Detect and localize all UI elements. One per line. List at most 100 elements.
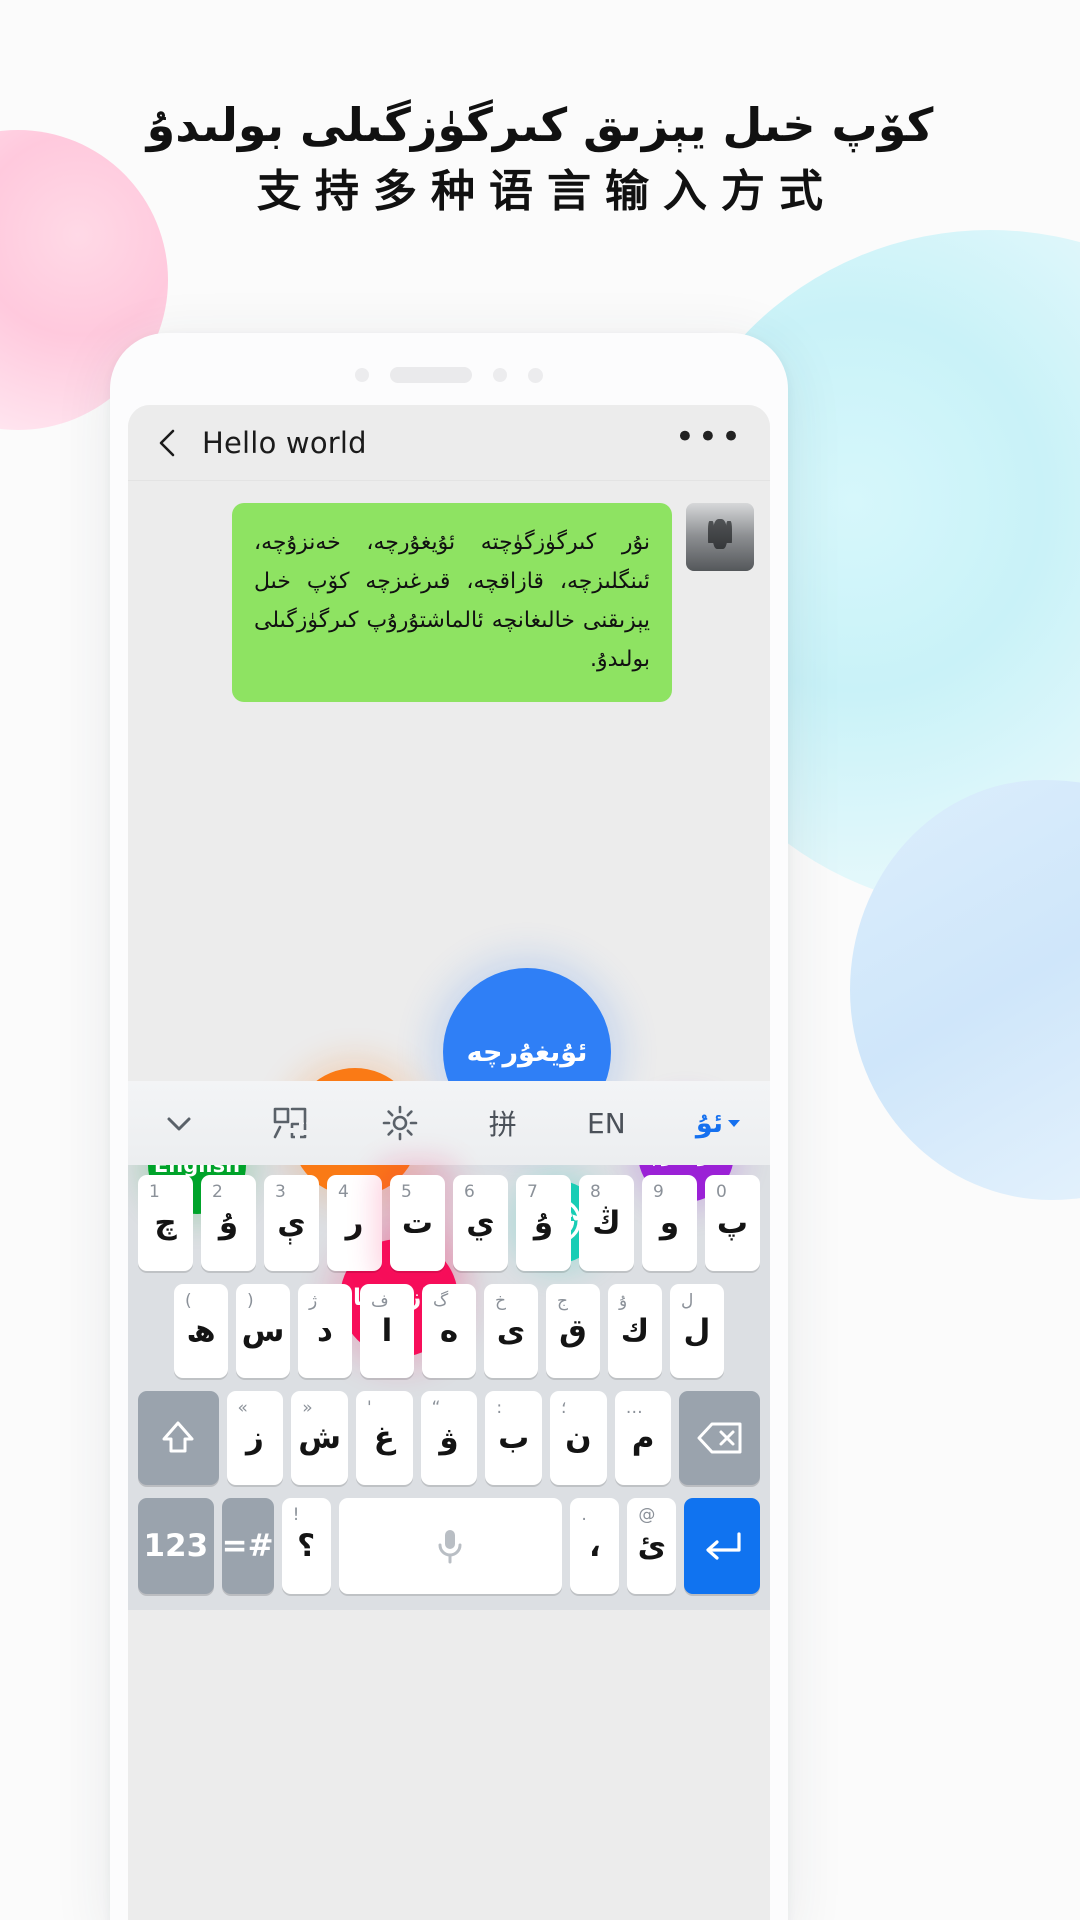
key-alef[interactable]: ف ا: [360, 1284, 414, 1378]
key-ghain[interactable]: ' غ: [355, 1391, 413, 1485]
key-sup: ژ: [309, 1291, 318, 1311]
key-sup: 8: [590, 1182, 601, 1202]
notch-extra-dot: [528, 367, 543, 383]
shift-key[interactable]: [138, 1391, 219, 1485]
enter-return-icon: [699, 1528, 745, 1564]
key-main: ە: [439, 1313, 459, 1349]
message-bubble[interactable]: نۇر كىرگۈزگۈچتە ئۇيغۇرچە، خەنزۇچە، ئىنگل…: [232, 503, 672, 702]
space-key[interactable]: [338, 1498, 563, 1594]
key-7[interactable]: 7 ۇ: [516, 1175, 571, 1271]
key-sup: ف: [371, 1291, 389, 1311]
avatar-overlay: [686, 503, 754, 571]
keyboard-row-3: « ز » ش ' غ “ ۋ : ب ؛ ن … م: [136, 1391, 762, 1485]
key-sup: 6: [464, 1182, 475, 1202]
key-sup: ): [247, 1291, 254, 1311]
key-sup: 0: [716, 1182, 727, 1202]
key-heh[interactable]: ( ھ: [174, 1284, 228, 1378]
key-main: ڭ: [592, 1205, 621, 1241]
key-main: ن: [565, 1420, 592, 1456]
key-main: و: [659, 1205, 680, 1241]
key-main: ئ: [637, 1528, 667, 1564]
key-sup: ': [366, 1398, 372, 1418]
key-sup: @: [638, 1505, 656, 1525]
key-sup: ۇ: [619, 1291, 628, 1311]
key-hamza[interactable]: @ ئ: [627, 1498, 677, 1594]
key-3[interactable]: 3 ې: [264, 1175, 319, 1271]
key-sup: :: [496, 1398, 503, 1418]
key-8[interactable]: 8 ڭ: [579, 1175, 634, 1271]
key-be[interactable]: : ب: [485, 1391, 543, 1485]
key-sup: خ: [495, 1291, 506, 1311]
headline: كۆپ خىل يېزىق كىرگۈزگىلى بولىدۇ 支持多种语言输入…: [0, 96, 1080, 221]
notch-camera-dot: [493, 368, 507, 382]
keyboard-row-2: ( ھ ) س ژ د ف ا گ ە خ ى ج ق ۇ ك ل ل: [136, 1284, 762, 1378]
key-sup: ج: [557, 1291, 568, 1311]
key-sup: “: [431, 1398, 441, 1418]
key-main: ب: [498, 1420, 530, 1456]
key-main: م: [631, 1420, 655, 1456]
avatar[interactable]: [686, 503, 754, 571]
key-eh[interactable]: گ ە: [422, 1284, 476, 1378]
key-noon[interactable]: ؛ ن: [550, 1391, 607, 1485]
key-question[interactable]: ! ؟: [281, 1498, 331, 1594]
keyboard-row-4: 123 =# ! ؟ . ، @ ئ: [136, 1498, 762, 1594]
keyboard-row-1: 1 چ 2 ۇ 3 ې 4 ر 5 ت 6 ي 7 ۇ 8 ڭ 9 و 0 پ: [136, 1175, 762, 1271]
key-1[interactable]: 1 چ: [138, 1175, 193, 1271]
key-0[interactable]: 0 پ: [705, 1175, 760, 1271]
key-sup: گ: [433, 1291, 449, 1311]
key-qaf[interactable]: ج ق: [546, 1284, 600, 1378]
key-sup: ؛: [561, 1398, 567, 1418]
key-sup: 9: [653, 1182, 664, 1202]
key-lam[interactable]: ل ل: [670, 1284, 724, 1378]
key-main: ۋ: [439, 1420, 459, 1456]
key-sup: 4: [338, 1182, 349, 1202]
symbol-key[interactable]: =#: [221, 1498, 274, 1594]
more-horizontal-icon[interactable]: •••: [675, 420, 744, 457]
input-mode-pinyin[interactable]: 拼: [489, 1103, 517, 1143]
key-sup: ل: [681, 1291, 694, 1311]
notch-speaker-bar: [390, 367, 472, 383]
key-9[interactable]: 9 و: [642, 1175, 697, 1271]
key-waw[interactable]: “ ۋ: [420, 1391, 478, 1485]
phone-mockup: Hello world ••• نۇر كىرگۈزگۈچتە ئۇيغۇرچە…: [110, 333, 788, 1920]
key-sup: 5: [401, 1182, 412, 1202]
key-main: ،: [588, 1528, 601, 1564]
key-kaf[interactable]: ۇ ك: [608, 1284, 662, 1378]
input-mode-english[interactable]: EN: [587, 1107, 626, 1140]
key-main: ي: [466, 1205, 495, 1241]
key-main: ا: [381, 1313, 393, 1349]
page-title: Hello world: [202, 425, 367, 460]
key-sheen[interactable]: » ش: [291, 1391, 348, 1485]
key-seen[interactable]: ) س: [236, 1284, 290, 1378]
numeric-key[interactable]: 123: [138, 1498, 214, 1594]
key-main: ك: [620, 1313, 650, 1349]
enter-key[interactable]: [684, 1498, 761, 1594]
key-main: ش: [298, 1420, 341, 1456]
key-5[interactable]: 5 ت: [390, 1175, 445, 1271]
key-comma[interactable]: . ،: [570, 1498, 620, 1594]
key-sup: .: [581, 1505, 587, 1525]
key-sup: 2: [212, 1182, 223, 1202]
key-ze[interactable]: « ز: [226, 1391, 284, 1485]
translate-icon[interactable]: [270, 1103, 310, 1143]
headline-uyghur: كۆپ خىل يېزىق كىرگۈزگىلى بولىدۇ: [146, 98, 934, 152]
chevron-left-icon[interactable]: [154, 427, 180, 459]
key-dal[interactable]: ژ د: [298, 1284, 352, 1378]
backspace-key[interactable]: [679, 1391, 760, 1485]
phone-screen: Hello world ••• نۇر كىرگۈزگۈچتە ئۇيغۇرچە…: [128, 405, 770, 1920]
key-sup: (: [185, 1291, 192, 1311]
key-2[interactable]: 2 ۇ: [201, 1175, 256, 1271]
gear-icon[interactable]: [381, 1104, 419, 1142]
key-main: چ: [154, 1205, 177, 1241]
key-6[interactable]: 6 ي: [453, 1175, 508, 1271]
chat-area: نۇر كىرگۈزگۈچتە ئۇيغۇرچە، خەنزۇچە، ئىنگل…: [128, 481, 770, 1357]
input-mode-uyghur[interactable]: ئۇ: [696, 1108, 740, 1139]
key-4[interactable]: 4 ر: [327, 1175, 382, 1271]
key-ye[interactable]: خ ى: [484, 1284, 538, 1378]
key-main: د: [317, 1313, 333, 1349]
key-main: ې: [277, 1205, 306, 1241]
key-main: ؟: [297, 1528, 316, 1564]
key-meem[interactable]: … م: [614, 1391, 672, 1485]
chevron-down-icon[interactable]: [158, 1102, 200, 1144]
shift-up-arrow-icon: [156, 1416, 200, 1460]
